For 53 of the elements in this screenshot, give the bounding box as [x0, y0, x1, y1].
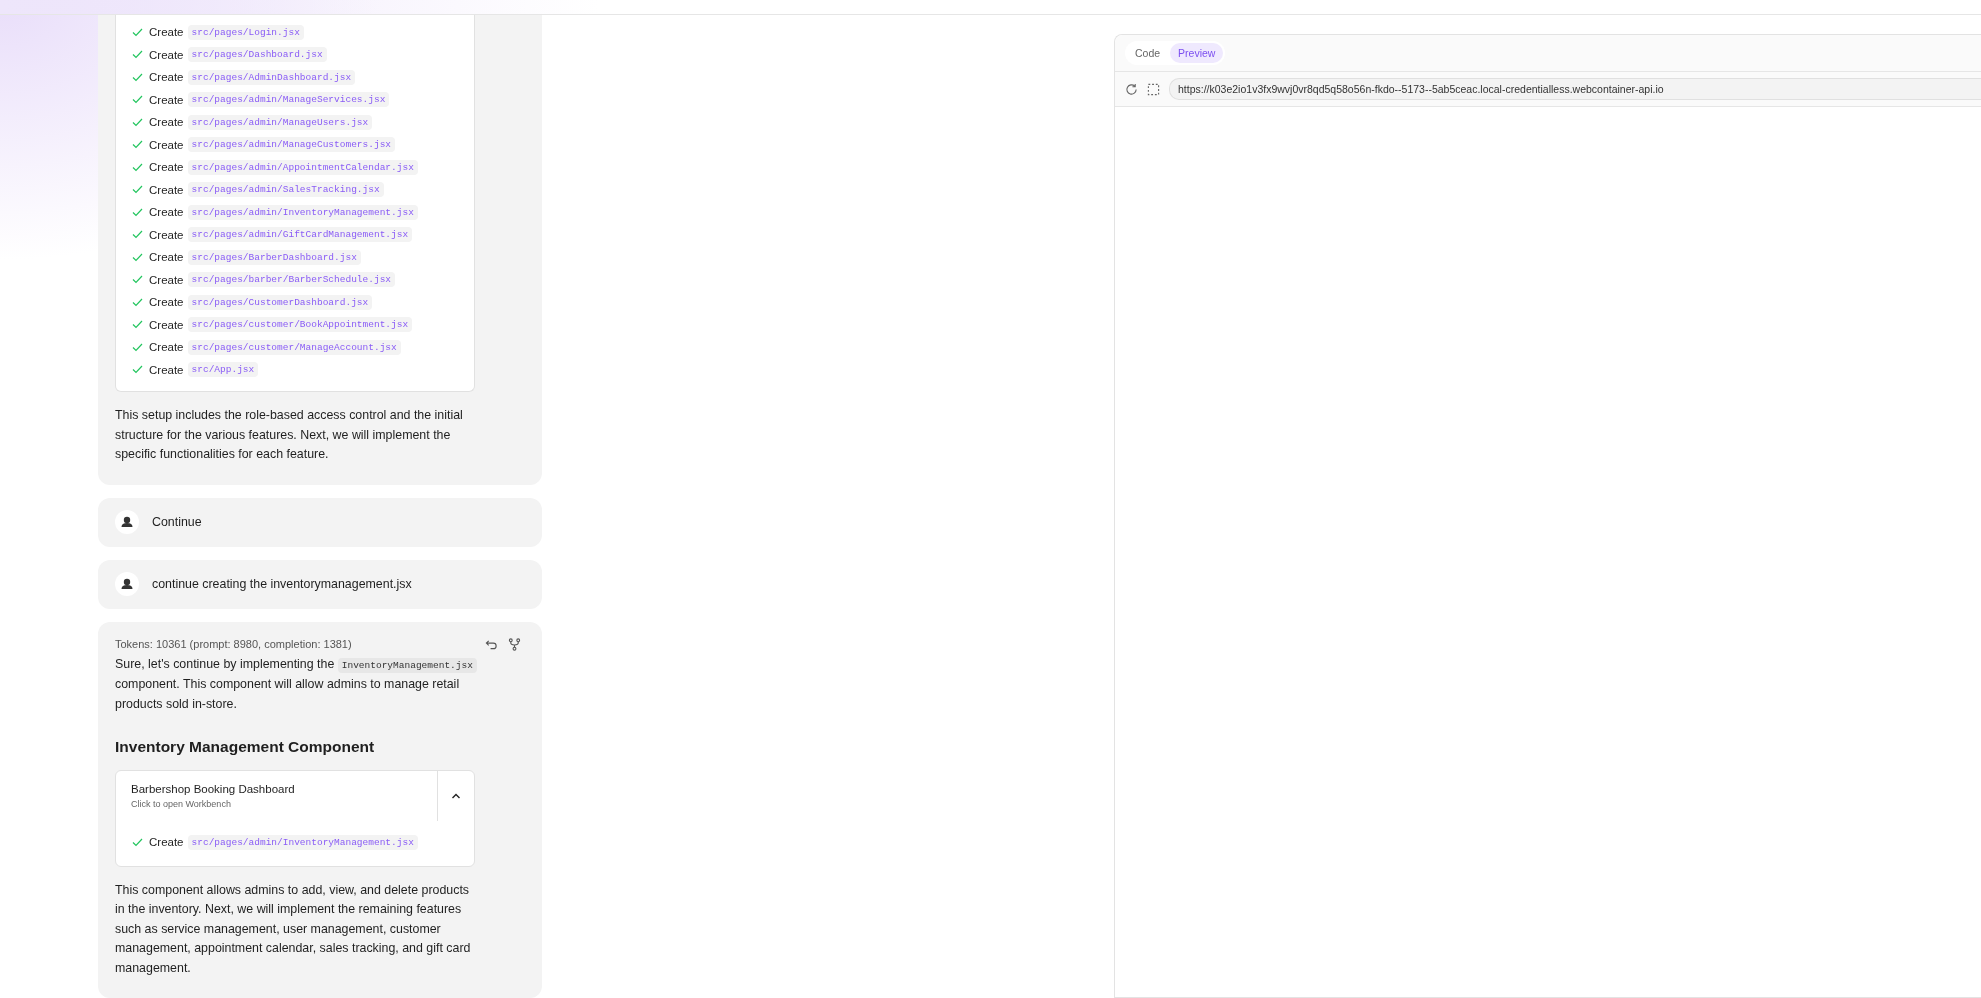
file-path: src/pages/BarberDashboard.jsx [187, 249, 361, 265]
action-label: Create [149, 228, 184, 241]
action-label: Create [149, 48, 184, 61]
file-path: src/pages/AdminDashboard.jsx [187, 69, 356, 85]
reload-icon[interactable] [1125, 82, 1138, 96]
file-path: src/pages/admin/SalesTracking.jsx [187, 182, 384, 198]
file-path: src/pages/admin/InventoryManagement.jsx [187, 204, 418, 220]
file-path: src/pages/admin/ManageUsers.jsx [187, 114, 373, 130]
action-label: Create [149, 836, 184, 849]
file-path: src/pages/barber/BarberSchedule.jsx [187, 272, 396, 288]
file-path: src/pages/admin/ManageServices.jsx [187, 92, 390, 108]
message-paragraph: Sure, let's continue by implementing the InventoryManagement.jsx component. This component will allow admins to manage retail products sold in-store. [115, 654, 477, 714]
action-label: Create [149, 318, 184, 331]
file-path: src/pages/admin/AppointmentCalendar.jsx [187, 159, 418, 175]
user-message-text: continue creating the inventorymanagement.jsx [152, 577, 412, 591]
message-paragraph: This component allows admins to add, view, and delete products in the inventory. Next, we will implement the remaining features such as service management, user management, customer management, appointment calendar, sales tracking, and gift card management. [115, 881, 472, 977]
action-label: Create [149, 206, 184, 219]
user-avatar-icon [115, 572, 139, 596]
artifact-card[interactable]: Barbershop Booking Dashboard Click to open Workbench Create src/pages/admin/InventoryManagement.jsx [115, 770, 475, 867]
section-heading: Inventory Management Component [115, 738, 376, 756]
action-label: Create [149, 138, 184, 151]
view-tab[interactable]: Preview [1170, 43, 1224, 63]
select-element-icon[interactable] [1147, 82, 1160, 96]
action-label: Create [149, 161, 184, 174]
action-label: Create [149, 273, 184, 286]
file-path: src/pages/admin/GiftCardManagement.jsx [187, 227, 413, 243]
action-label: Create [149, 71, 184, 84]
message-paragraph: This setup includes the role-based access control and the initial structure for the various features. Next, we will implement the specific functionalities for each feature. [115, 407, 464, 463]
user-avatar-icon [115, 510, 139, 534]
file-path: src/pages/admin/ManageCustomers.jsx [187, 137, 396, 153]
file-path: src/pages/customer/BookAppointment.jsx [187, 317, 413, 333]
file-path: src/pages/admin/InventoryManagement.jsx [187, 834, 418, 850]
artifact-subtitle: Click to open Workbench [131, 799, 232, 809]
user-message-text: Continue [152, 515, 202, 529]
file-path: src/pages/Login.jsx [187, 24, 304, 40]
action-label: Create [149, 116, 184, 129]
fork-icon[interactable] [508, 637, 521, 651]
action-label: Create [149, 296, 184, 309]
token-count: Tokens: 10361 (prompt: 8980, completion: 1381) [115, 638, 352, 650]
artifact-title: Barbershop Booking Dashboard [131, 783, 296, 795]
file-path: src/App.jsx [187, 362, 259, 378]
inline-code: InventoryManagement.jsx [337, 657, 477, 673]
action-label: Create [149, 341, 184, 354]
file-path: src/pages/customer/ManageAccount.jsx [187, 339, 401, 355]
file-path: src/pages/CustomerDashboard.jsx [187, 294, 373, 310]
url-field[interactable]: https://k03e2io1v3fx9wvj0vr8qd5q58o56n-fkdo--5173--5ab5ceac.local-credentialless.webcontainer-api.io [1169, 78, 1981, 100]
view-tab[interactable]: Code [1127, 43, 1169, 63]
action-label: Create [149, 363, 184, 376]
action-label: Create [149, 26, 184, 39]
action-label: Create [149, 93, 184, 106]
action-label: Create [149, 251, 184, 264]
action-label: Create [149, 183, 184, 196]
file-path: src/pages/Dashboard.jsx [187, 47, 327, 63]
